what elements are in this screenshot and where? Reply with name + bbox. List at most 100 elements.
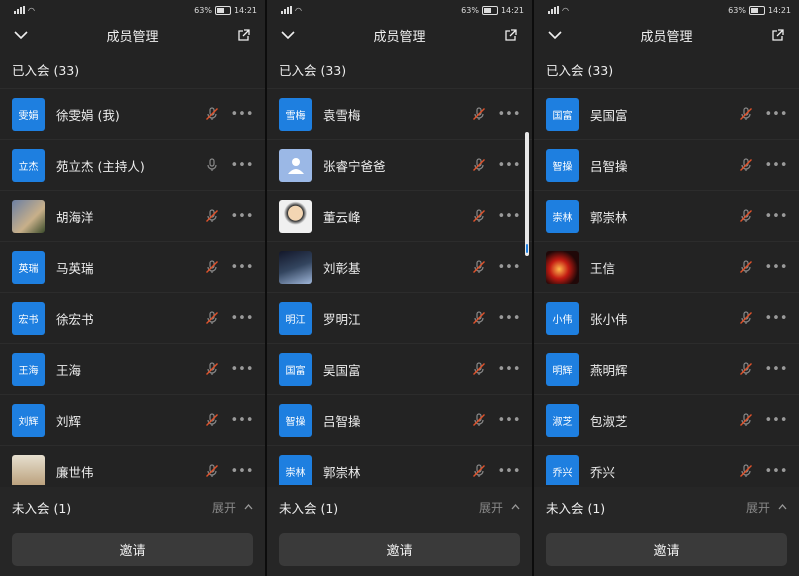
more-options-icon[interactable]: •••	[231, 154, 254, 176]
member-row[interactable]: 刘辉 刘辉 •••	[0, 395, 265, 446]
more-options-icon[interactable]: •••	[498, 307, 521, 329]
more-options-icon[interactable]: •••	[498, 460, 521, 482]
more-options-icon[interactable]: •••	[765, 154, 788, 176]
member-row[interactable]: 崇林 郭崇林 •••	[267, 446, 532, 485]
microphone-muted-icon[interactable]	[201, 460, 223, 482]
member-row[interactable]: 董云峰 •••	[267, 191, 532, 242]
member-row[interactable]: 王海 王海 •••	[0, 344, 265, 395]
more-options-icon[interactable]: •••	[765, 358, 788, 380]
more-options-icon[interactable]: •••	[231, 205, 254, 227]
member-row[interactable]: 宏书 徐宏书 •••	[0, 293, 265, 344]
microphone-muted-icon[interactable]	[735, 409, 757, 431]
more-options-icon[interactable]: •••	[231, 307, 254, 329]
member-name: 马英瑞	[56, 260, 94, 276]
expand-button[interactable]: 展开	[212, 499, 253, 516]
microphone-muted-icon[interactable]	[735, 256, 757, 278]
member-row[interactable]: 国富 吴国富 •••	[534, 89, 799, 140]
invite-button[interactable]: 邀请	[279, 533, 520, 566]
scrollbar-thumb[interactable]	[526, 244, 528, 253]
battery-icon	[481, 5, 498, 15]
invite-button[interactable]: 邀请	[546, 533, 787, 566]
microphone-muted-icon[interactable]	[735, 460, 757, 482]
expand-button[interactable]: 展开	[746, 499, 787, 516]
share-icon[interactable]	[769, 26, 787, 44]
microphone-muted-icon[interactable]	[468, 358, 490, 380]
member-row[interactable]: 崇林 郭崇林 •••	[534, 191, 799, 242]
member-row[interactable]: 淑芝 包淑芝 •••	[534, 395, 799, 446]
member-row[interactable]: 雯娟 徐雯娟 (我) •••	[0, 89, 265, 140]
more-options-icon[interactable]: •••	[231, 460, 254, 482]
microphone-muted-icon[interactable]	[468, 154, 490, 176]
collapse-chevron-icon[interactable]	[12, 26, 30, 44]
member-row[interactable]: 小伟 张小伟 •••	[534, 293, 799, 344]
more-options-icon[interactable]: •••	[498, 103, 521, 125]
invite-button[interactable]: 邀请	[12, 533, 253, 566]
more-options-icon[interactable]: •••	[765, 460, 788, 482]
avatar	[279, 250, 312, 284]
microphone-muted-icon[interactable]	[735, 358, 757, 380]
member-row[interactable]: 立杰 苑立杰 (主持人) •••	[0, 140, 265, 191]
avatar: 刘辉	[12, 403, 45, 437]
collapse-chevron-icon[interactable]	[546, 26, 564, 44]
avatar: 雪梅	[279, 97, 312, 131]
more-options-icon[interactable]: •••	[231, 256, 254, 278]
member-row[interactable]: 明辉 燕明辉 •••	[534, 344, 799, 395]
more-options-icon[interactable]: •••	[231, 103, 254, 125]
avatar: 明江	[279, 301, 312, 335]
member-row[interactable]: 刘彰基 •••	[267, 242, 532, 293]
expand-button[interactable]: 展开	[479, 499, 520, 516]
more-options-icon[interactable]: •••	[498, 409, 521, 431]
member-row[interactable]: 国富 吴国富 •••	[267, 344, 532, 395]
microphone-muted-icon[interactable]	[201, 307, 223, 329]
microphone-muted-icon[interactable]	[735, 103, 757, 125]
avatar: 崇林	[546, 199, 579, 233]
more-options-icon[interactable]: •••	[498, 256, 521, 278]
more-options-icon[interactable]: •••	[498, 154, 521, 176]
phone-screen-3: ◠ 63% 14:21 成员管理 已入会 (33) 国富 吴国富 ••• 智操 吕智操 •…	[534, 0, 799, 576]
more-options-icon[interactable]: •••	[498, 205, 521, 227]
member-row[interactable]: 智操 吕智操 •••	[267, 395, 532, 446]
more-options-icon[interactable]: •••	[765, 307, 788, 329]
member-name: 刘彰基	[323, 260, 361, 276]
member-row[interactable]: 智操 吕智操 •••	[534, 140, 799, 191]
microphone-muted-icon[interactable]	[201, 205, 223, 227]
more-options-icon[interactable]: •••	[765, 205, 788, 227]
microphone-muted-icon[interactable]	[468, 307, 490, 329]
microphone-muted-icon[interactable]	[201, 358, 223, 380]
microphone-muted-icon[interactable]	[468, 409, 490, 431]
microphone-muted-icon[interactable]	[201, 256, 223, 278]
avatar: 立杰	[12, 148, 45, 182]
microphone-muted-icon[interactable]	[468, 256, 490, 278]
member-row[interactable]: 明江 罗明江 •••	[267, 293, 532, 344]
member-row[interactable]: 张睿宁爸爸 •••	[267, 140, 532, 191]
microphone-muted-icon[interactable]	[735, 307, 757, 329]
more-options-icon[interactable]: •••	[231, 358, 254, 380]
microphone-muted-icon[interactable]	[201, 409, 223, 431]
clock: 14:21	[500, 5, 524, 15]
member-row[interactable]: 胡海洋 •••	[0, 191, 265, 242]
share-icon[interactable]	[235, 26, 253, 44]
member-row[interactable]: 英瑞 马英瑞 •••	[0, 242, 265, 293]
more-options-icon[interactable]: •••	[498, 358, 521, 380]
microphone-muted-icon[interactable]	[735, 154, 757, 176]
member-row[interactable]: 乔兴 乔兴 •••	[534, 446, 799, 485]
member-row[interactable]: 王信 •••	[534, 242, 799, 293]
collapse-chevron-icon[interactable]	[279, 26, 297, 44]
member-row[interactable]: 廉世伟 •••	[0, 446, 265, 485]
screens-container: ◠ 63% 14:21 成员管理 已入会 (33) 雯娟 徐雯娟 (我) ••• 立杰…	[0, 0, 799, 576]
scrollbar[interactable]	[525, 132, 529, 256]
battery-percent: 63%	[728, 5, 746, 15]
microphone-muted-icon[interactable]	[468, 103, 490, 125]
more-options-icon[interactable]: •••	[231, 409, 254, 431]
more-options-icon[interactable]: •••	[765, 256, 788, 278]
member-row[interactable]: 雪梅 袁雪梅 •••	[267, 89, 532, 140]
microphone-muted-icon[interactable]	[468, 205, 490, 227]
footer: 未入会 (1) 展开 邀请	[267, 487, 532, 576]
microphone-muted-icon[interactable]	[468, 460, 490, 482]
more-options-icon[interactable]: •••	[765, 409, 788, 431]
microphone-muted-icon[interactable]	[201, 103, 223, 125]
microphone-icon[interactable]	[201, 154, 223, 176]
more-options-icon[interactable]: •••	[765, 103, 788, 125]
share-icon[interactable]	[502, 26, 520, 44]
microphone-muted-icon[interactable]	[735, 205, 757, 227]
